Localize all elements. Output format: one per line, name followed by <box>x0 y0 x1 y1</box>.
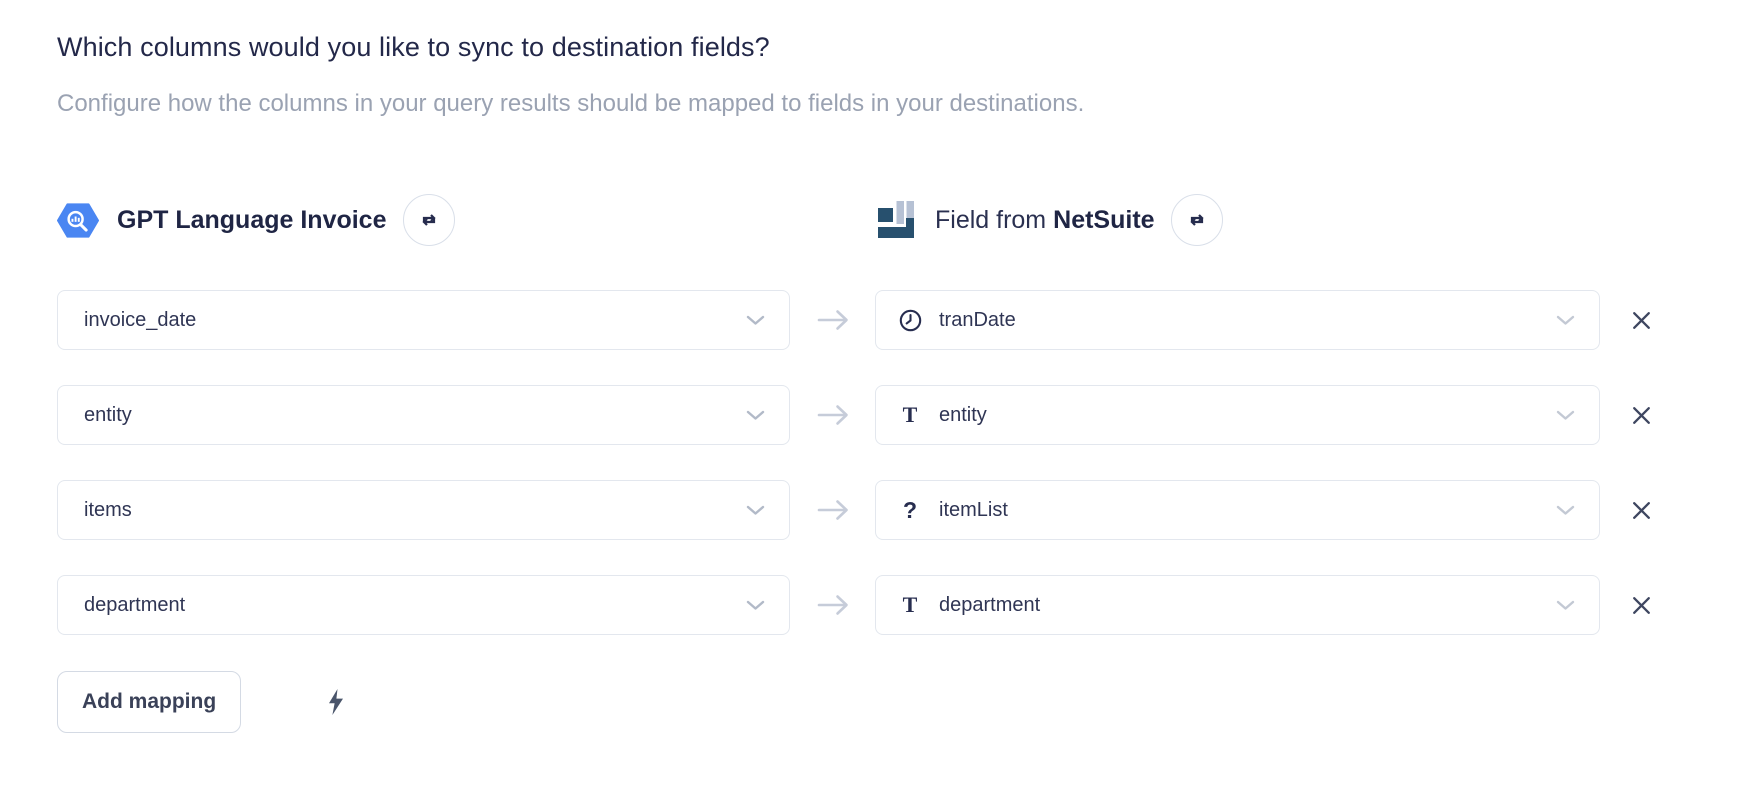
text-type-icon: T <box>896 404 924 426</box>
remove-mapping-button[interactable] <box>1629 593 1654 618</box>
source-column-header: GPT Language Invoice <box>57 194 875 246</box>
destination-column-label: Field fromNetSuite <box>935 206 1155 235</box>
close-icon <box>1629 308 1654 333</box>
clock-icon <box>896 308 924 333</box>
source-column-label: GPT Language Invoice <box>117 206 387 235</box>
netsuite-icon <box>875 200 917 240</box>
add-mapping-button[interactable]: Add mapping <box>57 671 241 733</box>
column-headers: GPT Language Invoice <box>57 192 1762 248</box>
chevron-down-icon <box>746 315 765 326</box>
text-type-icon: T <box>896 594 924 616</box>
source-field-select[interactable]: entity <box>57 385 790 445</box>
destination-field-select[interactable]: T department <box>875 575 1600 635</box>
chevron-down-icon <box>746 600 765 611</box>
swap-source-column-button[interactable] <box>403 194 455 246</box>
source-field-select[interactable]: department <box>57 575 790 635</box>
swap-icon <box>418 209 440 231</box>
bigquery-icon <box>57 202 99 239</box>
destination-name: NetSuite <box>1053 206 1154 234</box>
mapping-row: invoice_date tranDate <box>57 290 1762 350</box>
arrow-right-icon <box>790 592 875 618</box>
destination-field-value: entity <box>939 404 987 427</box>
arrow-right-icon <box>790 497 875 523</box>
page-title: Which columns would you like to sync to … <box>57 29 1762 65</box>
swap-icon <box>1186 209 1208 231</box>
mapping-footer: Add mapping <box>57 671 1762 733</box>
remove-mapping-button[interactable] <box>1629 308 1654 333</box>
mapping-row: entity T entity <box>57 385 1762 445</box>
source-field-select[interactable]: invoice_date <box>57 290 790 350</box>
destination-field-value: department <box>939 594 1040 617</box>
close-icon <box>1629 498 1654 523</box>
unknown-type-icon: ? <box>896 499 924 522</box>
source-field-value: department <box>84 594 185 617</box>
swap-destination-column-button[interactable] <box>1171 194 1223 246</box>
remove-mapping-button[interactable] <box>1629 403 1654 428</box>
remove-mapping-button[interactable] <box>1629 498 1654 523</box>
chevron-down-icon <box>1556 315 1575 326</box>
lightning-icon[interactable] <box>327 688 345 716</box>
chevron-down-icon <box>746 505 765 516</box>
destination-column-header: Field fromNetSuite <box>875 194 1223 246</box>
destination-field-select[interactable]: tranDate <box>875 290 1600 350</box>
destination-field-value: itemList <box>939 499 1008 522</box>
mapping-row: department T department <box>57 575 1762 635</box>
page-subtitle: Configure how the columns in your query … <box>57 88 1762 120</box>
source-field-value: items <box>84 499 132 522</box>
field-mapping-panel: Which columns would you like to sync to … <box>0 0 1762 733</box>
chevron-down-icon <box>1556 600 1575 611</box>
chevron-down-icon <box>746 410 765 421</box>
close-icon <box>1629 593 1654 618</box>
destination-field-select[interactable]: T entity <box>875 385 1600 445</box>
chevron-down-icon <box>1556 410 1575 421</box>
destination-field-select[interactable]: ? itemList <box>875 480 1600 540</box>
source-field-value: invoice_date <box>84 309 196 332</box>
source-field-select[interactable]: items <box>57 480 790 540</box>
source-field-value: entity <box>84 404 132 427</box>
chevron-down-icon <box>1556 505 1575 516</box>
close-icon <box>1629 403 1654 428</box>
arrow-right-icon <box>790 307 875 333</box>
mapping-rows: invoice_date tranDate <box>57 290 1762 635</box>
mapping-row: items ? itemList <box>57 480 1762 540</box>
destination-field-value: tranDate <box>939 309 1016 332</box>
arrow-right-icon <box>790 402 875 428</box>
